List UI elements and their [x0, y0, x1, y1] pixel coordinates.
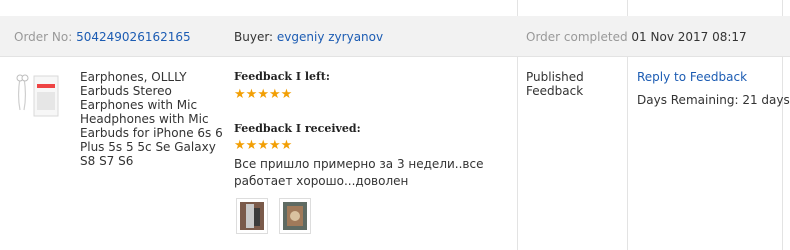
product-title-link[interactable]: Earphones, OLLLY Earbuds Stereo Earphone… — [80, 70, 230, 168]
product-thumbnail[interactable] — [12, 70, 62, 122]
buyer-label: Buyer: — [234, 30, 274, 44]
feedback-left-stars: ★★★★★ — [234, 87, 292, 102]
order-card: Order No: 504249026162165 Buyer: evgeniy… — [0, 0, 790, 250]
star-icon: ★ — [245, 138, 258, 153]
order-completed-label: Order completed — [526, 30, 628, 44]
feedback-photo[interactable] — [236, 198, 268, 234]
star-icon: ★ — [268, 87, 281, 102]
reply-to-feedback-link[interactable]: Reply to Feedback — [637, 70, 747, 84]
order-header: Order No: 504249026162165 Buyer: evgeniy… — [0, 16, 790, 57]
feedback-received-stars: ★★★★★ — [234, 138, 292, 153]
days-remaining: Days Remaining: 21 days — [637, 93, 790, 107]
photo-thumbnail-image — [283, 202, 307, 230]
photo-thumbnail-image — [240, 202, 264, 230]
order-completed: Order completed 01 Nov 2017 08:17 — [526, 30, 747, 44]
star-icon: ★ — [257, 138, 269, 153]
feedback-photo[interactable] — [279, 198, 311, 234]
star-icon: ★ — [234, 87, 246, 102]
feedback-received-label: Feedback I received: — [234, 122, 361, 135]
order-number-link[interactable]: 504249026162165 — [76, 30, 191, 44]
buyer-link[interactable]: evgeniy zyryanov — [277, 30, 383, 44]
earphones-image — [12, 70, 62, 122]
buyer-info: Buyer: evgeniy zyryanov — [234, 30, 383, 44]
order-number: Order No: 504249026162165 — [14, 30, 191, 44]
feedback-left-label: Feedback I left: — [234, 70, 330, 83]
star-icon: ★ — [280, 87, 293, 102]
star-icon: ★ — [245, 87, 258, 102]
star-icon: ★ — [268, 138, 281, 153]
feedback-received-comment: Все пришло примерно за 3 недели..все раб… — [234, 157, 484, 188]
star-icon: ★ — [234, 138, 246, 153]
star-icon: ★ — [280, 138, 293, 153]
order-number-label: Order No: — [14, 30, 73, 44]
status-text: Published Feedback — [526, 70, 584, 98]
order-completed-date: 01 Nov 2017 08:17 — [631, 30, 747, 44]
star-icon: ★ — [257, 87, 269, 102]
